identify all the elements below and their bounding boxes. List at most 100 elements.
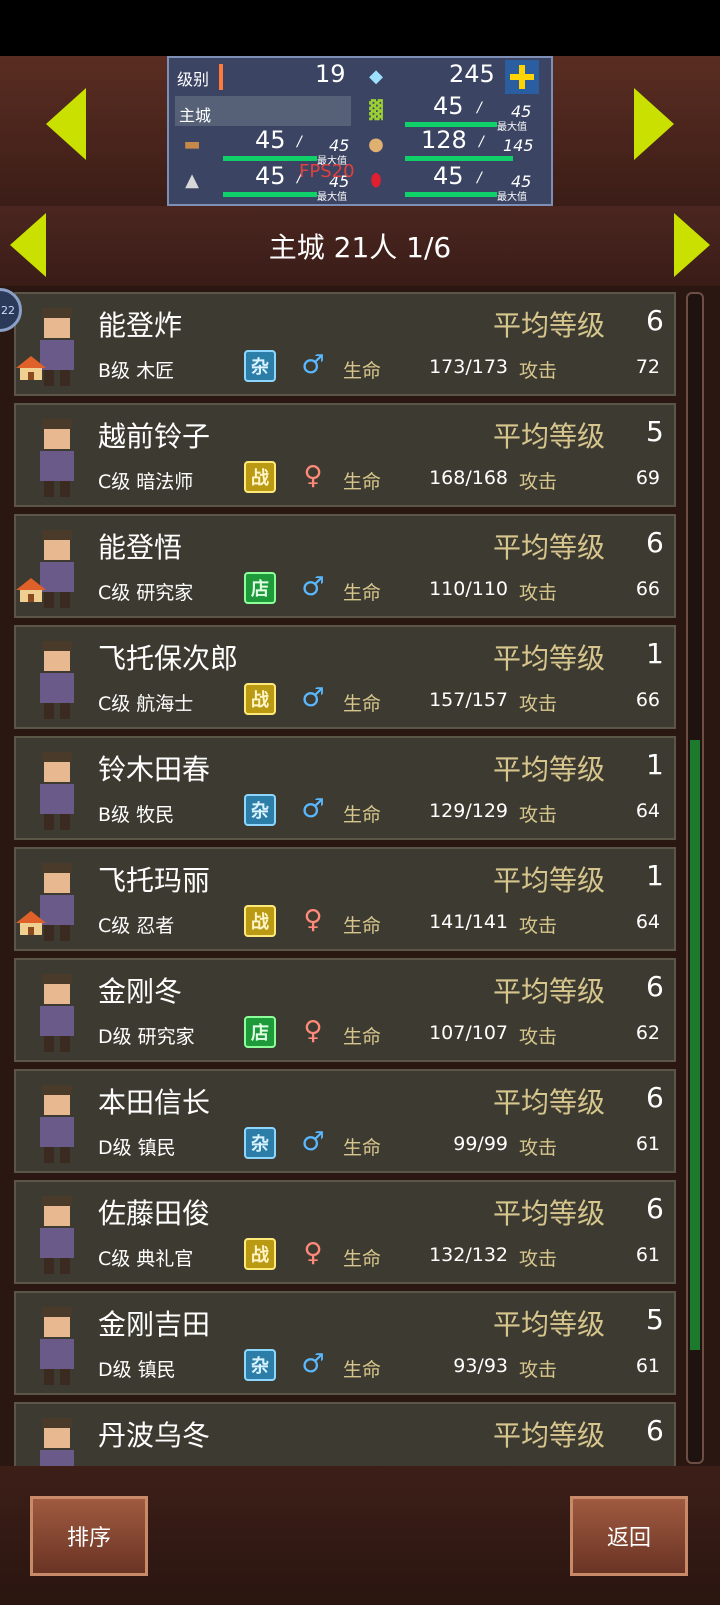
list-header: 主城 21人 1/6	[0, 206, 720, 286]
character-card[interactable]: 飞托保次郎 平均等级 1 C级 航海士 战 ♂ 生命 157/157 攻击 66	[14, 625, 676, 729]
job-badge: 战	[244, 461, 276, 493]
average-level-label: 平均等级	[493, 642, 606, 675]
average-level-value: 6	[646, 526, 664, 559]
ore-value: 45	[255, 162, 286, 190]
character-name: 能登炸	[98, 309, 183, 342]
rank-class: D级 镇民	[98, 1137, 176, 1159]
character-card[interactable]: 铃木田春 平均等级 1 B级 牧民 杂 ♂ 生命 129/129 攻击 64	[14, 736, 676, 840]
character-portrait	[40, 1196, 74, 1274]
bottom-bar: 排序 返回	[0, 1466, 720, 1605]
female-icon: ♀	[303, 461, 323, 491]
attack-value: 64	[635, 800, 660, 822]
character-name: 能登悟	[98, 531, 183, 564]
life-label: 生命	[343, 471, 382, 493]
ore-bar	[223, 192, 317, 197]
food-bar	[405, 156, 513, 161]
attack-value: 61	[635, 1244, 660, 1266]
attack-label: 攻击	[519, 360, 558, 382]
wood-icon: ▬	[183, 133, 201, 155]
food-max: 145	[503, 136, 534, 155]
attack-label: 攻击	[519, 582, 558, 604]
sort-button[interactable]: 排序	[30, 1496, 148, 1576]
life-label: 生命	[343, 915, 382, 937]
life-label: 生命	[343, 693, 382, 715]
male-icon: ♂	[301, 350, 325, 380]
character-name: 飞托玛丽	[98, 864, 211, 897]
male-icon: ♂	[301, 1349, 325, 1379]
grass-icon: ▓	[369, 99, 383, 121]
level-label: 级别	[177, 70, 210, 89]
character-name: 本田信长	[98, 1086, 211, 1119]
character-card[interactable]: 本田信长 平均等级 6 D级 镇民 杂 ♂ 生命 99/99 攻击 61	[14, 1069, 676, 1173]
add-gems-button[interactable]	[505, 60, 539, 94]
average-level-label: 平均等级	[493, 975, 606, 1008]
attack-value: 61	[635, 1133, 660, 1155]
male-icon: ♂	[301, 1127, 325, 1157]
character-card[interactable]: 金刚吉田 平均等级 5 D级 镇民 杂 ♂ 生命 93/93 攻击 61	[14, 1291, 676, 1395]
scrollbar[interactable]	[686, 292, 704, 1464]
page-title: 主城 21人 1/6	[268, 231, 452, 264]
attack-value: 61	[635, 1355, 660, 1377]
job-badge: 店	[244, 572, 276, 604]
average-level-label: 平均等级	[493, 1308, 606, 1341]
house-icon	[16, 911, 46, 935]
gems-value: 245	[449, 60, 495, 88]
job-badge: 战	[244, 905, 276, 937]
back-button[interactable]: 返回	[570, 1496, 688, 1576]
rank-class: B级 牧民	[98, 804, 175, 826]
level-marker	[219, 64, 223, 90]
job-badge: 战	[244, 683, 276, 715]
average-level-label: 平均等级	[493, 753, 606, 786]
character-card[interactable]: 越前铃子 平均等级 5 C级 暗法师 战 ♀ 生命 168/168 攻击 69	[14, 403, 676, 507]
rank-class: C级 研究家	[98, 582, 194, 604]
character-card[interactable]: 能登炸 平均等级 6 B级 木匠 杂 ♂ 生命 173/173 攻击 72	[14, 292, 676, 396]
rank-class: C级 航海士	[98, 693, 194, 715]
food-value: 128	[421, 126, 467, 154]
rank-class: D级 镇民	[98, 1359, 176, 1381]
average-level-value: 6	[646, 1192, 664, 1225]
attack-label: 攻击	[519, 1359, 558, 1381]
life-label: 生命	[343, 582, 382, 604]
life-value: 99/99	[453, 1133, 508, 1155]
male-icon: ♂	[301, 683, 325, 713]
ore-icon: ▲	[185, 169, 199, 191]
average-level-label: 平均等级	[493, 1419, 606, 1452]
life-value: 168/168	[429, 467, 508, 489]
average-level-value: 6	[646, 1081, 664, 1114]
average-level-label: 平均等级	[493, 420, 606, 453]
character-card[interactable]: 丹波乌冬 平均等级 6	[14, 1402, 676, 1466]
job-badge: 杂	[244, 1349, 276, 1381]
next-page-arrow-icon[interactable]	[634, 88, 674, 160]
character-card[interactable]: 飞托玛丽 平均等级 1 C级 忍者 战 ♀ 生命 141/141 攻击 64	[14, 847, 676, 951]
life-value: 173/173	[429, 356, 508, 378]
character-portrait	[40, 641, 74, 719]
fps-counter: FPS20	[299, 161, 355, 182]
average-level-value: 1	[646, 748, 664, 781]
ruby-icon: ⬮	[370, 169, 382, 191]
character-list[interactable]: 能登炸 平均等级 6 B级 木匠 杂 ♂ 生命 173/173 攻击 72 越前…	[14, 292, 676, 1466]
rank-class: C级 典礼官	[98, 1248, 194, 1270]
next-list-arrow-icon[interactable]	[674, 213, 710, 277]
scrollbar-thumb[interactable]	[690, 740, 700, 1350]
job-badge: 杂	[244, 794, 276, 826]
rank-class: C级 忍者	[98, 915, 175, 937]
female-icon: ♀	[303, 1016, 323, 1046]
life-value: 107/107	[429, 1022, 508, 1044]
status-bar	[0, 0, 720, 56]
average-level-value: 6	[646, 304, 664, 337]
character-card[interactable]: 能登悟 平均等级 6 C级 研究家 店 ♂ 生命 110/110 攻击 66	[14, 514, 676, 618]
average-level-value: 5	[646, 415, 664, 448]
average-level-value: 1	[646, 637, 664, 670]
character-name: 金刚吉田	[98, 1308, 211, 1341]
attack-label: 攻击	[519, 1248, 558, 1270]
average-level-label: 平均等级	[493, 531, 606, 564]
average-level-value: 5	[646, 1303, 664, 1336]
life-value: 110/110	[429, 578, 508, 600]
rank-class: D级 研究家	[98, 1026, 195, 1048]
prev-page-arrow-icon[interactable]	[46, 88, 86, 160]
character-card[interactable]: 佐藤田俊 平均等级 6 C级 典礼官 战 ♀ 生命 132/132 攻击 61	[14, 1180, 676, 1284]
grass-value: 45	[433, 92, 464, 120]
character-name: 金刚冬	[98, 975, 183, 1008]
character-card[interactable]: 金刚冬 平均等级 6 D级 研究家 店 ♀ 生命 107/107 攻击 62	[14, 958, 676, 1062]
prev-list-arrow-icon[interactable]	[10, 213, 46, 277]
